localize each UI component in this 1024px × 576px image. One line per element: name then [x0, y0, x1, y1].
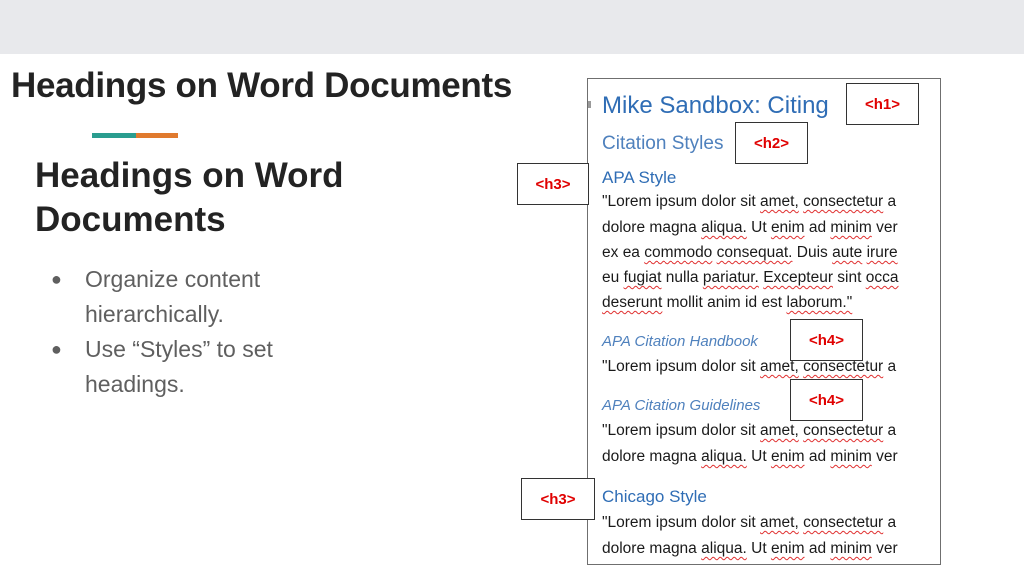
accent-orange-segment [136, 133, 178, 138]
top-bar [0, 0, 1024, 54]
tag-h3-label: <h3> [517, 163, 589, 205]
bullet-item-1: ● Organize content hierarchically. [40, 262, 340, 332]
doc-paragraph-line: dolore magna aliqua. Ut enim ad minim ve… [602, 448, 898, 465]
tag-h4-label: <h4> [790, 379, 863, 421]
doc-paragraph-line: dolore magna aliqua. Ut enim ad minim ve… [602, 540, 898, 557]
doc-paragraph-line: "Lorem ipsum dolor sit amet, consectetur… [602, 422, 897, 439]
tag-h2-label: <h2> [735, 122, 808, 164]
bullet-item-2: ● Use “Styles” to set headings. [40, 332, 340, 402]
doc-heading3-chicago: Chicago Style [602, 487, 707, 506]
doc-paragraph-line: eu fugiat nulla pariatur. Excepteur sint… [602, 269, 899, 286]
doc-heading4-guidelines: APA Citation Guidelines [602, 397, 761, 414]
heading-collapse-marker-icon [588, 101, 591, 108]
doc-heading4-handbook: APA Citation Handbook [602, 333, 758, 350]
slide-subtitle: Headings on Word Documents [35, 156, 344, 239]
tag-h1-label: <h1> [846, 83, 919, 125]
bullet-dot-icon: ● [51, 339, 62, 359]
accent-teal-segment [92, 133, 136, 138]
tag-h4-label: <h4> [790, 319, 863, 361]
doc-paragraph-line: "Lorem ipsum dolor sit amet, consectetur… [602, 193, 897, 210]
doc-paragraph-line: deserunt mollit anim id est laborum." [602, 294, 853, 311]
doc-heading2: Citation Styles [602, 133, 724, 154]
doc-paragraph-line: ex ea commodo consequat. Duis aute irure [602, 244, 898, 261]
bullet-list: ● Organize content hierarchically. ● Use “… [40, 262, 340, 402]
bullet-text: Use “Styles” to set headings. [85, 336, 273, 397]
bullet-text: Organize content hierarchically. [85, 266, 261, 327]
slide-title: Headings on Word Documents [11, 66, 513, 105]
title-accent-line [92, 133, 178, 138]
doc-heading3-apa: APA Style [602, 168, 677, 187]
tag-h3-label: <h3> [521, 478, 595, 520]
bullet-dot-icon: ● [51, 269, 62, 289]
doc-paragraph-line: "Lorem ipsum dolor sit amet, consectetur… [602, 514, 897, 531]
doc-heading1: Mike Sandbox: Citing [602, 92, 829, 119]
doc-paragraph-line: dolore magna aliqua. Ut enim ad minim ve… [602, 219, 898, 236]
